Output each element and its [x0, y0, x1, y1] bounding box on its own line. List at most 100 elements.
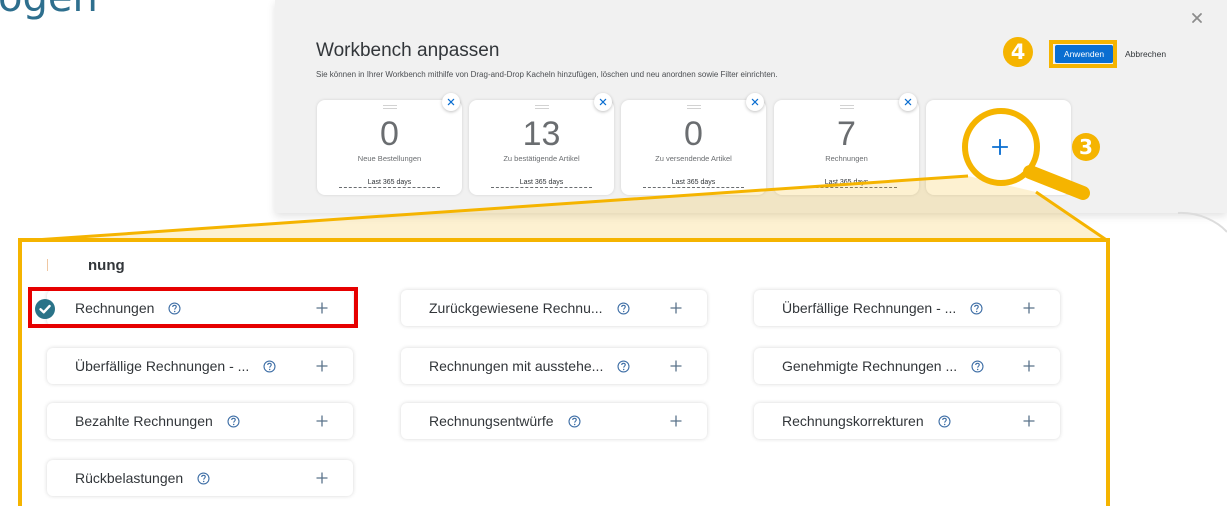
plus-icon-glyph	[317, 473, 328, 484]
tile-period-filter[interactable]: Last 365 days	[796, 178, 897, 188]
tile-option-label: Überfällige Rechnungen - ...	[75, 358, 250, 374]
tile-option-label: Überfällige Rechnungen - ...	[782, 300, 957, 316]
tile-label: Zu versendende Artikel	[655, 154, 732, 163]
tile-option-label-group: Rechnungen mit ausstehe...	[429, 348, 630, 384]
plus-icon-glyph	[1024, 361, 1035, 372]
tile-option[interactable]: Rechnungsentwürfe	[401, 403, 707, 439]
plus-icon[interactable]	[1022, 301, 1036, 315]
tile-remove-button[interactable]	[594, 93, 612, 111]
tile-option[interactable]: Überfällige Rechnungen - ...	[47, 348, 353, 384]
tile-option-label: Zurückgewiesene Rechnu...	[429, 300, 603, 316]
selected-item-highlight	[28, 287, 358, 328]
tile-picker-heading: nung	[88, 257, 125, 274]
tile-option[interactable]: Bezahlte Rechnungen	[47, 403, 353, 439]
plus-icon-glyph	[671, 416, 682, 427]
question-circle-icon[interactable]	[971, 360, 984, 373]
background-heading-clip: ogen	[0, 0, 140, 22]
tile-option-label: Genehmigte Rechnungen ...	[782, 358, 958, 374]
tile-option[interactable]: Genehmigte Rechnungen ...	[754, 348, 1060, 384]
tile-picker-zoom: nung Rechnungen Zurückgewiesene Rechnu..…	[18, 238, 1110, 506]
tile-value: 0	[684, 115, 703, 153]
tile-remove-button[interactable]	[442, 93, 460, 111]
tile-option-label-group: Überfällige Rechnungen - ...	[782, 290, 983, 326]
tile-option-label: Rechnungsentwürfe	[429, 413, 554, 429]
tile-option[interactable]: Zurückgewiesene Rechnu...	[401, 290, 707, 326]
close-icon-glyph	[905, 99, 910, 104]
tile-period-filter[interactable]: Last 365 days	[339, 178, 440, 188]
tile-option-label-group: Bezahlte Rechnungen	[75, 403, 240, 439]
tile-period-filter[interactable]: Last 365 days	[491, 178, 592, 188]
close-icon	[599, 98, 607, 106]
close-icon-glyph	[752, 99, 757, 104]
check-circle-icon	[35, 299, 55, 319]
dialog-title: Workbench anpassen	[316, 40, 500, 61]
plus-icon-glyph	[1024, 303, 1035, 314]
tile-option[interactable]: Überfällige Rechnungen - ...	[754, 290, 1060, 326]
plus-icon[interactable]	[315, 471, 329, 485]
workbench-tile[interactable]: 0 Zu versendende Artikel Last 365 days	[621, 93, 766, 195]
question-circle-icon-glyph	[198, 473, 209, 484]
plus-icon[interactable]	[315, 414, 329, 428]
workbench-dialog: Workbench anpassen Sie können in Ihrer W…	[275, 0, 1227, 213]
dialog-description: Sie können in Ihrer Workbench mithilfe v…	[316, 70, 778, 79]
question-circle-icon-glyph	[972, 361, 983, 372]
plus-icon[interactable]	[669, 359, 683, 373]
tile-option-label: Rechnungskorrekturen	[782, 413, 924, 429]
drag-handle-icon[interactable]	[840, 105, 854, 109]
question-circle-icon[interactable]	[617, 302, 630, 315]
plus-icon[interactable]	[1022, 414, 1036, 428]
close-icon	[447, 98, 455, 106]
tile-label: Zu bestätigende Artikel	[503, 154, 580, 163]
tile-option[interactable]: Rechnungen mit ausstehe...	[401, 348, 707, 384]
plus-icon[interactable]	[315, 359, 329, 373]
add-tile-button[interactable]	[926, 100, 1071, 195]
tile-option-label-group: Zurückgewiesene Rechnu...	[429, 290, 630, 326]
plus-icon[interactable]	[669, 301, 683, 315]
question-circle-icon[interactable]	[263, 360, 276, 373]
tile-label: Rechnungen	[825, 154, 868, 163]
question-circle-icon[interactable]	[938, 415, 951, 428]
tile-label: Neue Bestellungen	[357, 154, 422, 163]
plus-icon-glyph	[1024, 416, 1035, 427]
question-circle-icon[interactable]	[197, 472, 210, 485]
question-circle-icon-glyph	[569, 416, 580, 427]
tile-option[interactable]: Rechnungskorrekturen	[754, 403, 1060, 439]
close-icon[interactable]	[1191, 12, 1203, 24]
cancel-button[interactable]: Abbrechen	[1125, 45, 1166, 63]
question-circle-icon-glyph	[618, 303, 629, 314]
close-icon	[751, 98, 759, 106]
tile-value: 13	[522, 115, 561, 153]
background-heading: ogen	[0, 0, 98, 18]
tile-option-label-group: Rechnungsentwürfe	[429, 403, 581, 439]
decorative-arc	[1177, 211, 1227, 233]
tile-option-label-group: Genehmigte Rechnungen ...	[782, 348, 984, 384]
tile-remove-button[interactable]	[899, 93, 917, 111]
plus-icon-glyph	[671, 361, 682, 372]
tile-value: 0	[380, 115, 399, 153]
plus-icon[interactable]	[669, 414, 683, 428]
apply-button[interactable]: Anwenden	[1055, 45, 1113, 63]
tile-option-label: Bezahlte Rechnungen	[75, 413, 213, 429]
tile-remove-button[interactable]	[746, 93, 764, 111]
close-icon-glyph	[600, 99, 605, 104]
workbench-tile[interactable]: 13 Zu bestätigende Artikel Last 365 days	[469, 93, 614, 195]
drag-handle-icon[interactable]	[687, 105, 701, 109]
question-circle-icon[interactable]	[227, 415, 240, 428]
plus-icon-glyph	[992, 139, 1008, 155]
plus-icon[interactable]	[1022, 359, 1036, 373]
tile-period-filter[interactable]: Last 365 days	[643, 178, 744, 188]
heading-marker	[47, 259, 48, 271]
drag-handle-icon[interactable]	[383, 105, 397, 109]
question-circle-icon[interactable]	[568, 415, 581, 428]
question-circle-icon[interactable]	[970, 302, 983, 315]
tile-option-label-group: Überfällige Rechnungen - ...	[75, 348, 276, 384]
question-circle-icon-glyph	[971, 303, 982, 314]
drag-handle-icon[interactable]	[535, 105, 549, 109]
tile-option-label: Rückbelastungen	[75, 470, 184, 486]
close-icon	[904, 98, 912, 106]
question-circle-icon-glyph	[618, 361, 629, 372]
workbench-tile[interactable]: 0 Neue Bestellungen Last 365 days	[317, 93, 462, 195]
question-circle-icon[interactable]	[617, 360, 630, 373]
workbench-tile[interactable]: 7 Rechnungen Last 365 days	[774, 93, 919, 195]
tile-option[interactable]: Rückbelastungen	[47, 460, 353, 496]
